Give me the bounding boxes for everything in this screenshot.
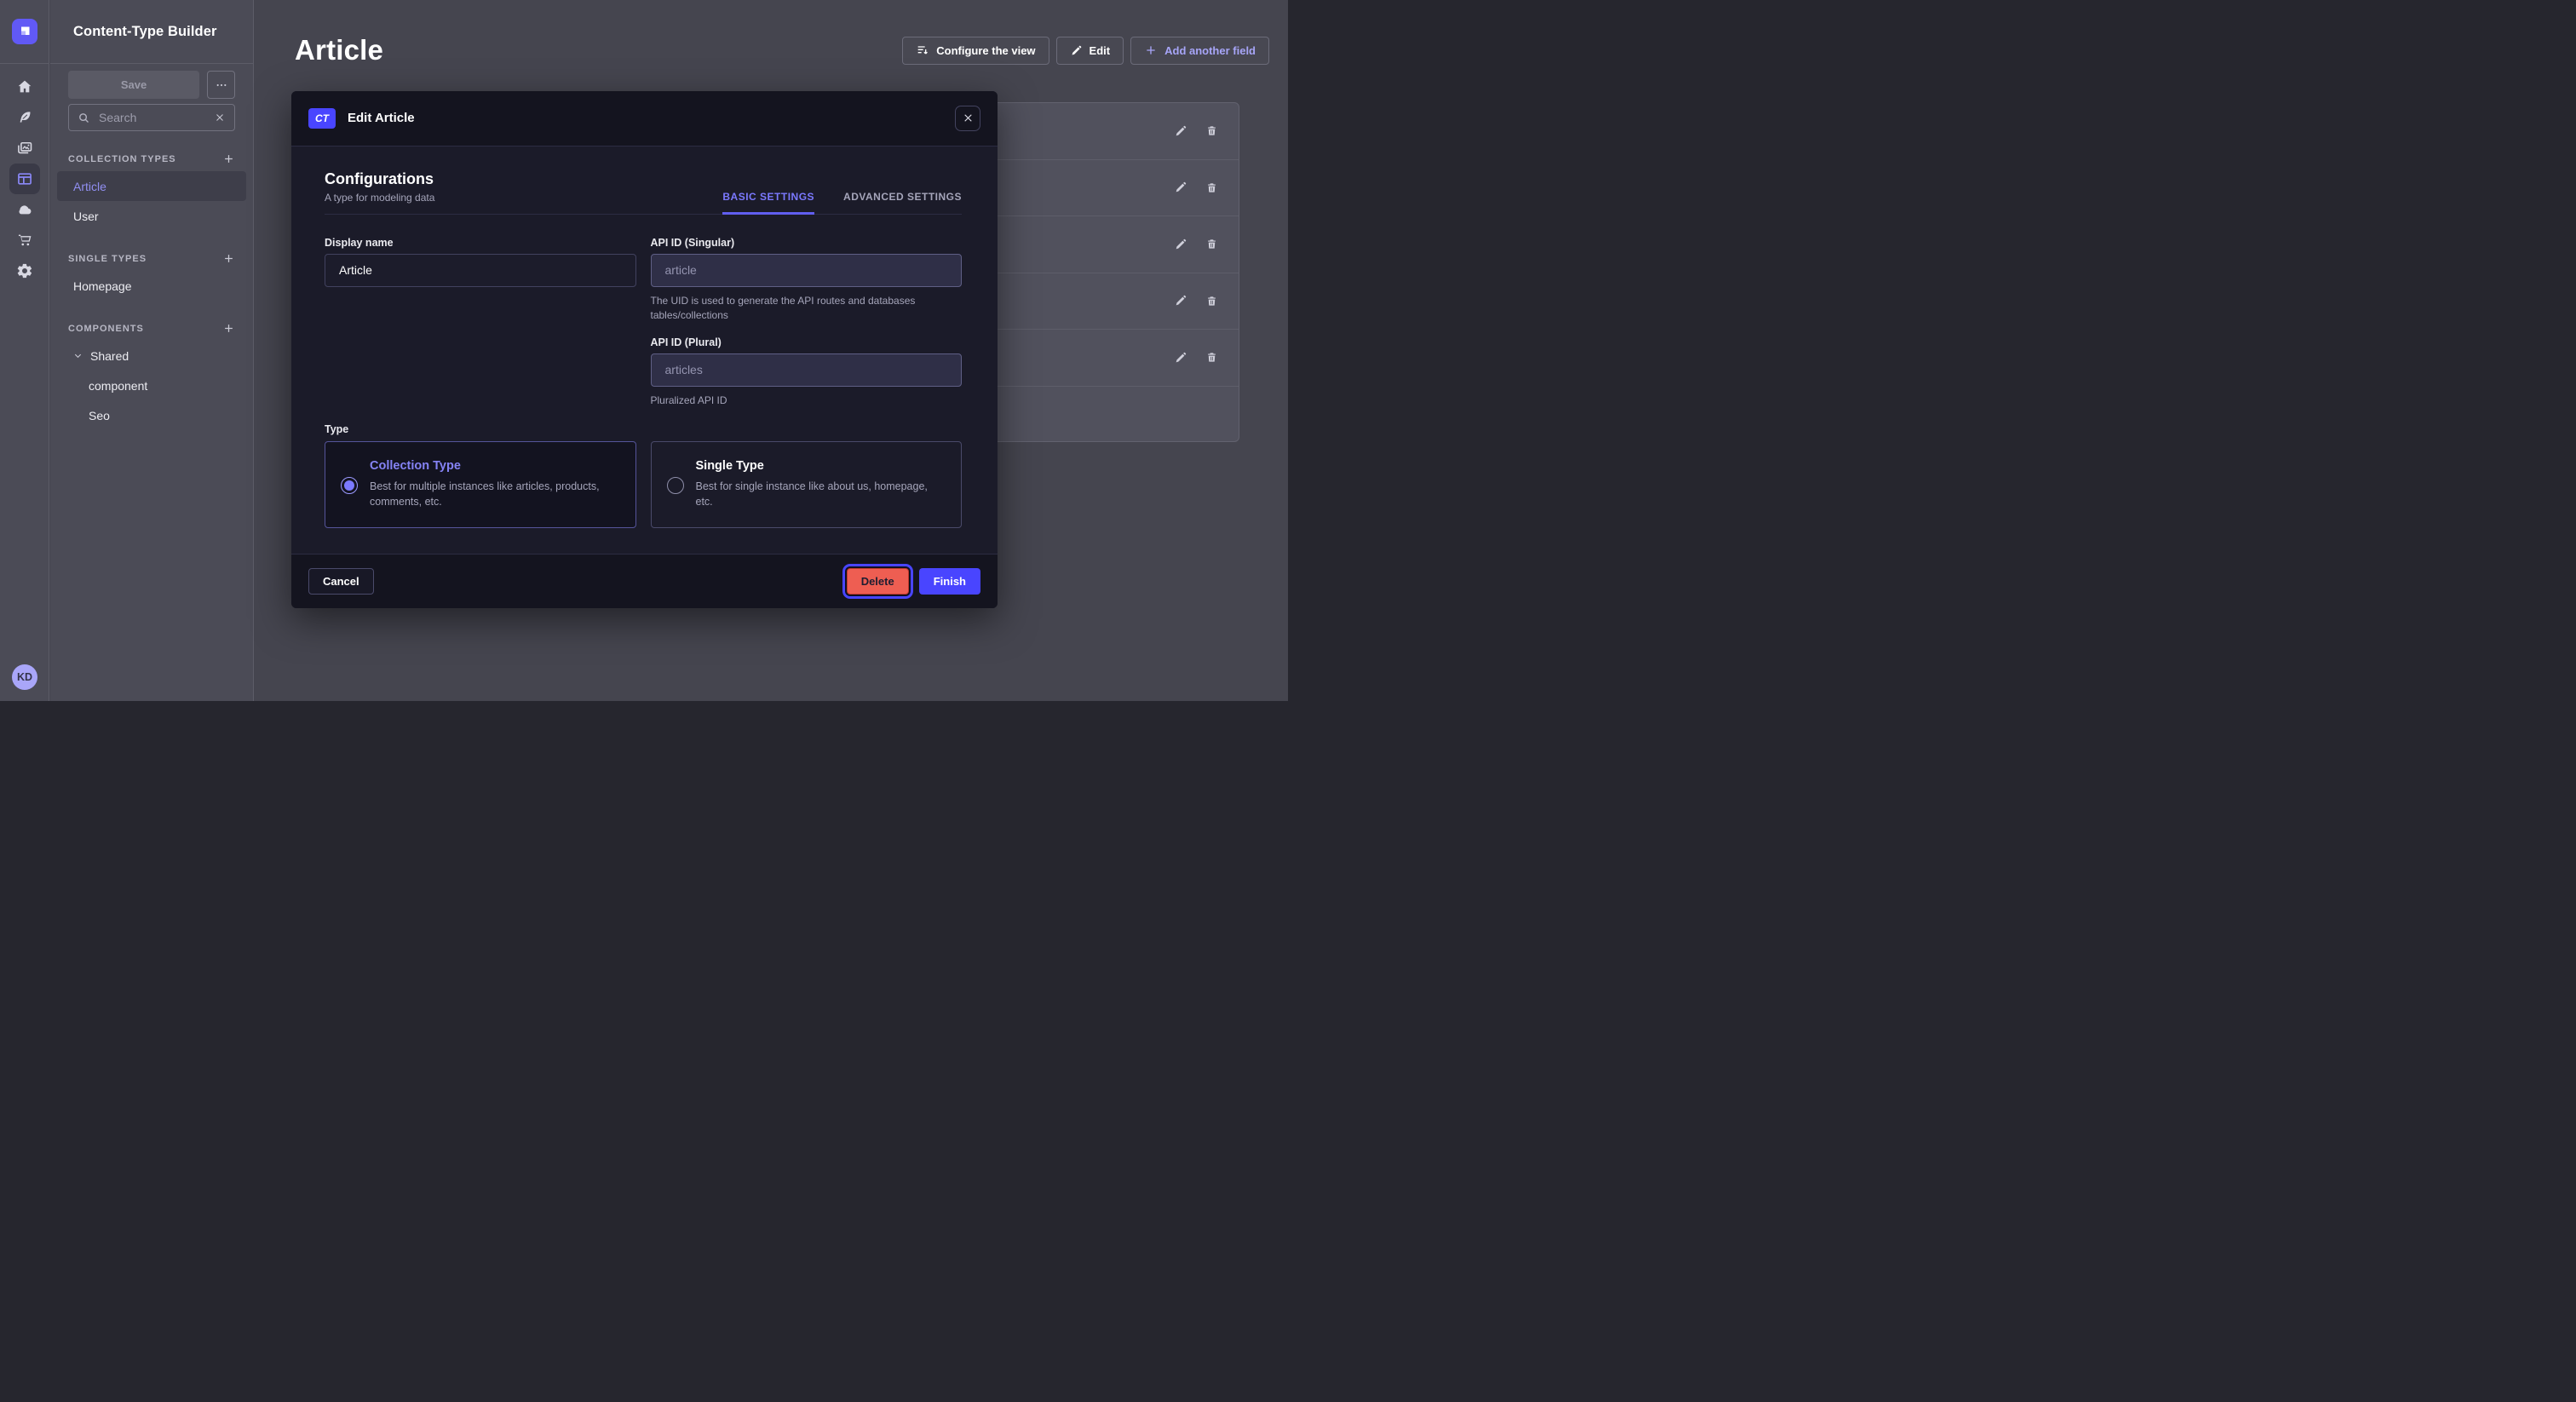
home-icon[interactable] — [9, 72, 40, 102]
strapi-logo[interactable] — [12, 19, 37, 44]
sidebar-item-component[interactable]: component — [57, 371, 246, 400]
configure-view-icon — [916, 43, 929, 57]
sidebar-header: Content-Type Builder — [50, 0, 253, 64]
releases-cloud-icon[interactable] — [9, 194, 40, 225]
tab-advanced-settings[interactable]: ADVANCED SETTINGS — [843, 191, 962, 214]
add-single-type-button[interactable] — [222, 252, 235, 265]
api-id-plural-label: API ID (Plural) — [651, 336, 963, 348]
rail-nav — [0, 64, 49, 286]
modal-title: Edit Article — [348, 111, 943, 125]
collection-type-option[interactable]: Collection Type Best for multiple instan… — [325, 441, 636, 528]
edit-button[interactable]: Edit — [1056, 37, 1124, 65]
app-rail: KD — [0, 0, 49, 701]
plus-icon — [222, 322, 235, 335]
row-delete-trash-icon[interactable] — [1205, 295, 1218, 307]
edit-article-modal: CT Edit Article Configurations A type fo… — [291, 91, 998, 608]
api-id-singular-input — [651, 254, 963, 287]
ctb-sidebar: Content-Type Builder Save — [50, 0, 254, 701]
media-library-icon[interactable] — [9, 133, 40, 164]
row-delete-trash-icon[interactable] — [1205, 351, 1218, 364]
add-component-button[interactable] — [222, 322, 235, 335]
plus-icon — [1144, 43, 1158, 57]
api-id-singular-label: API ID (Singular) — [651, 237, 963, 249]
configure-view-button[interactable]: Configure the view — [902, 37, 1049, 65]
search-box — [68, 104, 235, 131]
radio-selected-icon — [341, 477, 358, 494]
add-collection-type-button[interactable] — [222, 152, 235, 165]
row-edit-pencil-icon[interactable] — [1174, 351, 1187, 365]
pencil-icon — [1070, 44, 1083, 57]
radio-unselected-icon — [667, 477, 684, 494]
api-id-plural-input — [651, 353, 963, 387]
search-icon — [78, 112, 90, 124]
section-components: COMPONENTS Shared component — [68, 322, 235, 430]
section-collection-types: COLLECTION TYPES Article User — [68, 152, 235, 231]
row-edit-pencil-icon[interactable] — [1174, 238, 1187, 251]
ellipsis-icon — [215, 78, 228, 92]
settings-gear-icon[interactable] — [9, 256, 40, 286]
display-name-input[interactable] — [325, 254, 636, 287]
type-label: Type — [325, 423, 962, 435]
sidebar-title: Content-Type Builder — [73, 24, 217, 40]
sidebar-item-homepage[interactable]: Homepage — [57, 271, 246, 301]
screen: KD Content-Type Builder Save — [0, 0, 1288, 701]
api-id-plural-hint: Pluralized API ID — [651, 394, 963, 408]
single-type-option[interactable]: Single Type Best for single instance lik… — [651, 441, 963, 528]
display-name-label: Display name — [325, 237, 636, 249]
section-label: COMPONENTS — [68, 324, 144, 334]
section-label: COLLECTION TYPES — [68, 154, 176, 164]
search-input[interactable] — [97, 110, 207, 125]
row-edit-pencil-icon[interactable] — [1174, 294, 1187, 307]
api-id-singular-hint: The UID is used to generate the API rout… — [651, 294, 963, 323]
delete-button[interactable]: Delete — [847, 568, 909, 595]
settings-tabs: BASIC SETTINGS ADVANCED SETTINGS — [722, 191, 962, 214]
display-name-field: Display name — [325, 237, 636, 323]
plus-icon — [222, 252, 235, 265]
row-delete-trash-icon[interactable] — [1205, 238, 1218, 250]
sidebar-item-article[interactable]: Article — [57, 171, 246, 201]
row-edit-pencil-icon[interactable] — [1174, 181, 1187, 194]
modal-body: Configurations A type for modeling data … — [291, 147, 998, 554]
more-options-button[interactable] — [207, 71, 235, 99]
add-another-field-button[interactable]: Add another field — [1130, 37, 1269, 65]
rail-header — [0, 0, 49, 64]
content-type-builder-icon[interactable] — [9, 164, 40, 194]
chevron-down-icon — [73, 351, 83, 360]
modal-footer: Cancel Delete Finish — [291, 554, 998, 609]
api-id-plural-field: API ID (Plural) Pluralized API ID — [651, 336, 963, 408]
finish-button[interactable]: Finish — [919, 568, 980, 595]
sidebar-item-user[interactable]: User — [57, 201, 246, 231]
row-edit-pencil-icon[interactable] — [1174, 124, 1187, 138]
close-icon[interactable] — [955, 106, 980, 131]
sidebar-item-seo[interactable]: Seo — [57, 400, 246, 430]
user-avatar[interactable]: KD — [12, 664, 37, 690]
modal-header: CT Edit Article — [291, 91, 998, 147]
configurations-subheading: A type for modeling data — [325, 192, 434, 204]
plus-icon — [222, 152, 235, 165]
content-type-badge: CT — [308, 108, 336, 129]
api-id-singular-field: API ID (Singular) The UID is used to gen… — [651, 237, 963, 323]
cancel-button[interactable]: Cancel — [308, 568, 374, 595]
row-delete-trash-icon[interactable] — [1205, 181, 1218, 194]
tab-basic-settings[interactable]: BASIC SETTINGS — [722, 191, 814, 214]
page-title: Article — [295, 34, 902, 66]
sidebar-group-shared[interactable]: Shared — [57, 341, 246, 371]
content-manager-icon[interactable] — [9, 102, 40, 133]
marketplace-cart-icon[interactable] — [9, 225, 40, 256]
section-single-types: SINGLE TYPES Homepage — [68, 252, 235, 301]
row-delete-trash-icon[interactable] — [1205, 124, 1218, 137]
section-label: SINGLE TYPES — [68, 254, 147, 264]
save-button[interactable]: Save — [68, 71, 199, 99]
search-clear-icon[interactable] — [214, 112, 226, 124]
configurations-heading: Configurations — [325, 170, 434, 188]
